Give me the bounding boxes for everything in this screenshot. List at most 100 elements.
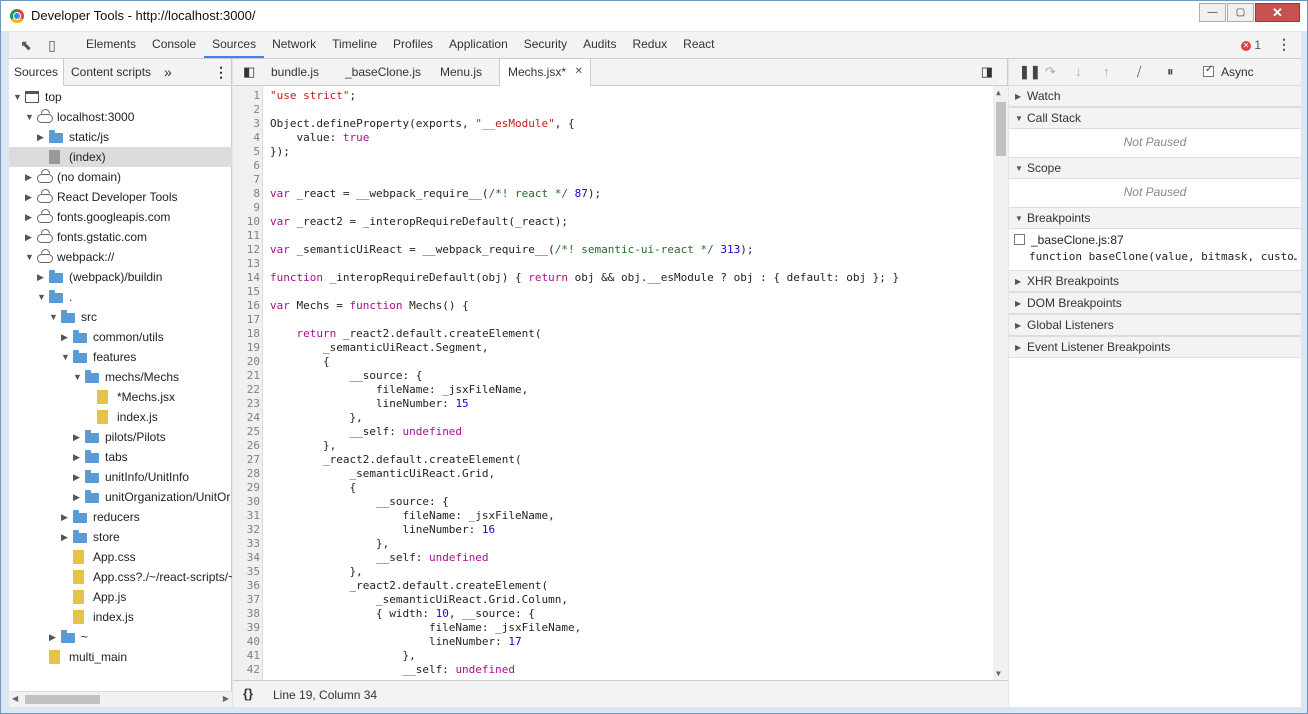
code-line[interactable]: 11	[233, 229, 993, 243]
code-line[interactable]: 34 __self: undefined	[233, 551, 993, 565]
tab-network[interactable]: Network	[264, 32, 324, 58]
tab-profiles[interactable]: Profiles	[385, 32, 441, 58]
expand-arrow-icon[interactable]: ▶	[25, 167, 35, 187]
tab-security[interactable]: Security	[516, 32, 575, 58]
expand-arrow-icon[interactable]: ▶	[25, 207, 35, 227]
line-number[interactable]: 2	[233, 103, 260, 117]
code-line[interactable]: 13	[233, 257, 993, 271]
watch-section[interactable]: ▶ Watch	[1009, 85, 1301, 107]
code-line[interactable]: 16 var Mechs = function Mechs() {	[233, 299, 993, 313]
tree-item[interactable]: index.js	[9, 407, 232, 427]
line-number[interactable]: 22	[233, 383, 260, 397]
line-number[interactable]: 5	[233, 145, 260, 159]
line-number[interactable]: 33	[233, 537, 260, 551]
expand-arrow-icon[interactable]: ▶	[25, 187, 35, 207]
expand-arrow-icon[interactable]: ▶	[61, 527, 71, 547]
line-number[interactable]: 42	[233, 663, 260, 677]
close-tab-icon[interactable]: ✕	[575, 59, 583, 85]
scroll-left-icon[interactable]: ◀	[12, 694, 18, 703]
line-number[interactable]: 36	[233, 579, 260, 593]
code-line[interactable]: 22 fileName: _jsxFileName,	[233, 383, 993, 397]
tab-elements[interactable]: Elements	[78, 32, 144, 58]
code-line[interactable]: 25 __self: undefined	[233, 425, 993, 439]
tree-item[interactable]: ▼ src	[9, 307, 232, 327]
close-button[interactable]: ✕	[1255, 3, 1300, 22]
code-line[interactable]: 26 },	[233, 439, 993, 453]
code-line[interactable]: 17	[233, 313, 993, 327]
collapse-arrow-icon[interactable]: ▼	[61, 347, 71, 367]
editor-vscrollbar[interactable]: ▲ ▼	[993, 86, 1008, 680]
pause-icon[interactable]: ❚❚	[1019, 64, 1041, 80]
code-line[interactable]: 20 {	[233, 355, 993, 369]
line-number[interactable]: 27	[233, 453, 260, 467]
line-number[interactable]: 41	[233, 649, 260, 663]
tree-item[interactable]: (index)	[9, 147, 232, 167]
pretty-print-icon[interactable]: {}	[243, 686, 253, 701]
hscroll-thumb[interactable]	[25, 695, 100, 704]
tree-item[interactable]: ▶ common/utils	[9, 327, 232, 347]
line-number[interactable]: 4	[233, 131, 260, 145]
line-number[interactable]: 11	[233, 229, 260, 243]
navigator-menu-icon[interactable]: ⋮	[209, 59, 233, 85]
tree-item[interactable]: *Mechs.jsx	[9, 387, 232, 407]
line-number[interactable]: 9	[233, 201, 260, 215]
step-over-icon[interactable]: ↷	[1045, 64, 1056, 80]
code-line[interactable]: 24 },	[233, 411, 993, 425]
expand-arrow-icon[interactable]: ▶	[61, 327, 71, 347]
step-into-icon[interactable]: ↓	[1075, 64, 1082, 79]
line-number[interactable]: 18	[233, 327, 260, 341]
code-line[interactable]: 9	[233, 201, 993, 215]
editor-tab-menu[interactable]: Menu.js	[432, 59, 490, 85]
async-checkbox[interactable]: ✓	[1203, 64, 1214, 77]
tab-sources[interactable]: Sources	[204, 32, 265, 58]
line-number[interactable]: 37	[233, 593, 260, 607]
line-number[interactable]: 12	[233, 243, 260, 257]
line-number[interactable]: 31	[233, 509, 260, 523]
tree-item[interactable]: App.css	[9, 547, 232, 567]
code-line[interactable]: 6	[233, 159, 993, 173]
code-line[interactable]: 4 value: true	[233, 131, 993, 145]
scroll-up-icon[interactable]: ▲	[996, 88, 1001, 97]
line-number[interactable]: 19	[233, 341, 260, 355]
collapse-arrow-icon[interactable]: ▼	[13, 87, 23, 107]
editor-tab-mechs[interactable]: Mechs.jsx* ✕	[499, 59, 592, 86]
code-line[interactable]: 21 __source: {	[233, 369, 993, 383]
minimize-button[interactable]: —	[1199, 3, 1226, 22]
event-listener-breakpoints-section[interactable]: ▶ Event Listener Breakpoints	[1009, 336, 1301, 358]
tree-item[interactable]: multi_main	[9, 647, 232, 667]
line-number[interactable]: 8	[233, 187, 260, 201]
toggle-navigator-icon[interactable]: ◧	[235, 59, 263, 85]
line-number[interactable]: 6	[233, 159, 260, 173]
line-number[interactable]: 15	[233, 285, 260, 299]
tree-item[interactable]: App.js	[9, 587, 232, 607]
tab-content-scripts[interactable]: Content scripts	[66, 59, 156, 85]
scroll-right-icon[interactable]: ▶	[223, 694, 229, 703]
collapse-arrow-icon[interactable]: ▼	[37, 287, 47, 307]
line-number[interactable]: 23	[233, 397, 260, 411]
line-number[interactable]: 34	[233, 551, 260, 565]
xhr-breakpoints-section[interactable]: ▶ XHR Breakpoints	[1009, 270, 1301, 292]
tree-item[interactable]: ▶ React Developer Tools	[9, 187, 232, 207]
code-line[interactable]: 36 _react2.default.createElement(	[233, 579, 993, 593]
tree-item[interactable]: ▶ (webpack)/buildin	[9, 267, 232, 287]
code-line[interactable]: 33 },	[233, 537, 993, 551]
more-tabs-icon[interactable]: »	[159, 59, 177, 85]
code-line[interactable]: 41 },	[233, 649, 993, 663]
tree-item[interactable]: index.js	[9, 607, 232, 627]
line-number[interactable]: 14	[233, 271, 260, 285]
line-number[interactable]: 32	[233, 523, 260, 537]
dom-breakpoints-section[interactable]: ▶ DOM Breakpoints	[1009, 292, 1301, 314]
tree-item[interactable]: ▶ fonts.gstatic.com	[9, 227, 232, 247]
code-line[interactable]: 7	[233, 173, 993, 187]
collapse-arrow-icon[interactable]: ▼	[49, 307, 59, 327]
expand-arrow-icon[interactable]: ▶	[37, 267, 47, 287]
tab-sources[interactable]: Sources	[9, 59, 65, 86]
code-line[interactable]: 2	[233, 103, 993, 117]
inspect-element-icon[interactable]: ⬉	[17, 36, 35, 54]
code-line[interactable]: 5});	[233, 145, 993, 159]
tab-react[interactable]: React	[675, 32, 722, 58]
pause-on-exceptions-icon[interactable]: ⏸	[1167, 64, 1174, 80]
tree-item[interactable]: ▶ reducers	[9, 507, 232, 527]
editor-tab-baseclone[interactable]: _baseClone.js	[337, 59, 429, 85]
code-line[interactable]: 3 Object.defineProperty(exports, "__esMod…	[233, 117, 993, 131]
